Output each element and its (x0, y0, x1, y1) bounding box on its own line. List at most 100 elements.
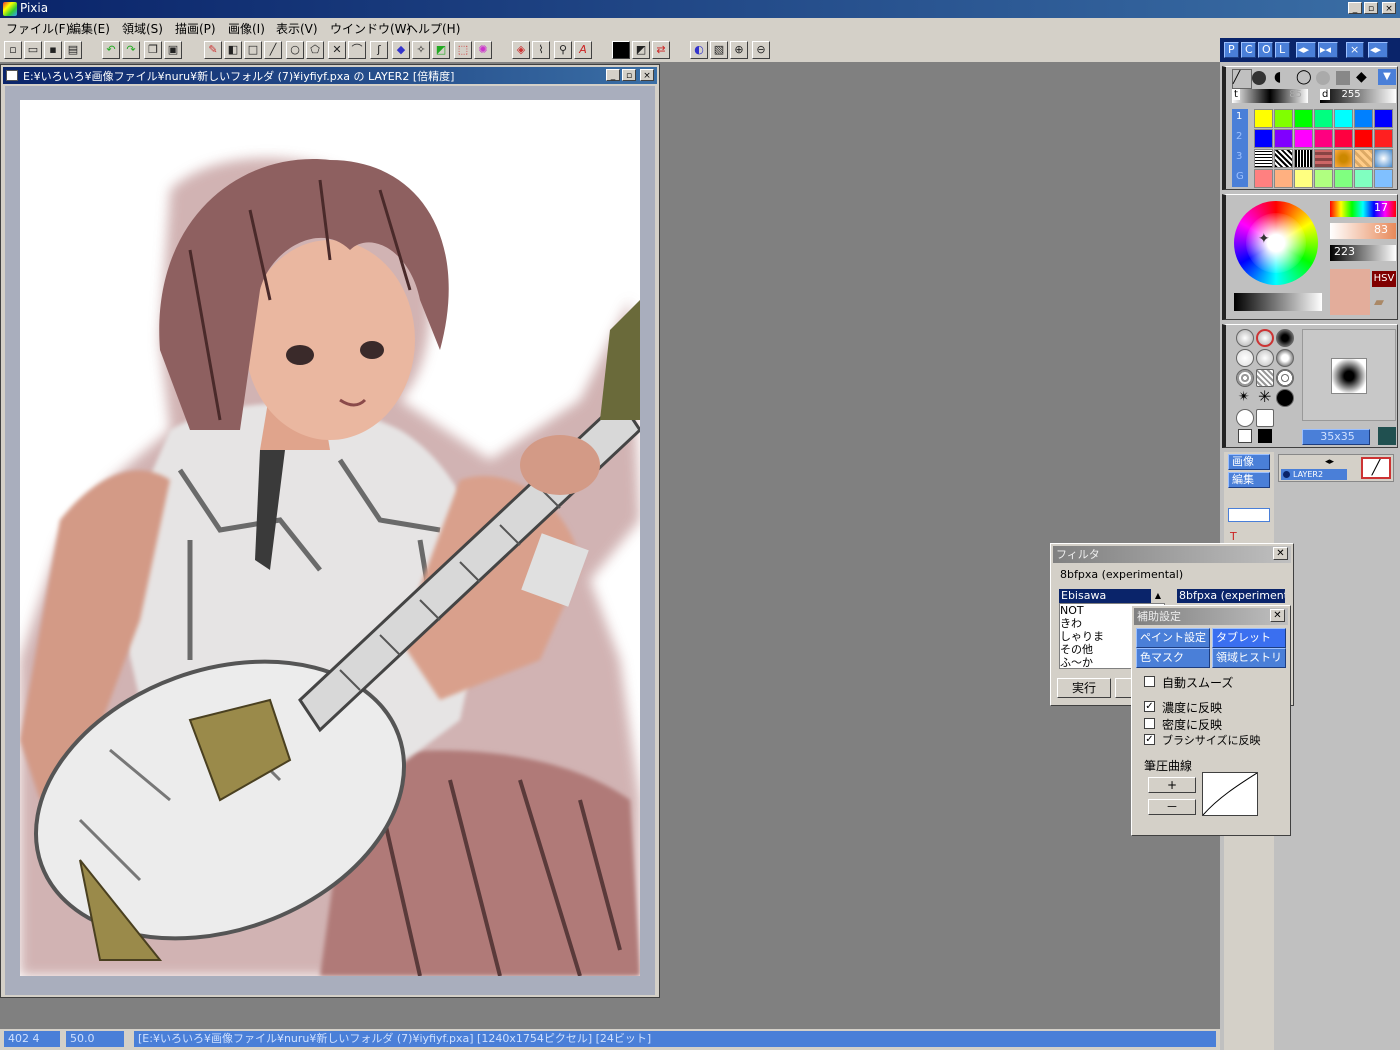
menu-help[interactable]: ヘルプ(H) (406, 20, 460, 37)
freehand-tool-icon[interactable]: ʃ (370, 41, 388, 59)
transform-tool-icon[interactable]: ⬚ (454, 41, 472, 59)
edit-button[interactable]: 編集 (1228, 472, 1270, 488)
size-slider[interactable]: d 255 (1320, 89, 1396, 103)
palette-swatch[interactable] (1254, 109, 1273, 128)
new-file-icon[interactable]: ▫ (4, 41, 22, 59)
palette-swatch[interactable] (1374, 169, 1393, 188)
menu-file[interactable]: ファイル(F) (6, 20, 70, 37)
airbrush-icon[interactable]: ◖ (1274, 69, 1281, 85)
expand-icon[interactable]: ◂▸ (1296, 42, 1316, 58)
black-square-icon[interactable] (1258, 429, 1272, 443)
gradient-tool-icon[interactable]: ◩ (432, 41, 450, 59)
tab-p[interactable]: P (1224, 42, 1239, 58)
menu-image[interactable]: 画像(I) (228, 20, 265, 37)
run-button[interactable]: 実行 (1057, 678, 1111, 698)
palette-swatch[interactable] (1354, 109, 1373, 128)
palette-swatch[interactable] (1294, 129, 1313, 148)
palette-swatch[interactable] (1334, 169, 1353, 188)
menu-window[interactable]: ウインドウ(W) (330, 20, 411, 37)
print-icon[interactable]: ▤ (64, 41, 82, 59)
palette-swatch[interactable] (1374, 149, 1393, 168)
opt-concentration-checkbox[interactable] (1144, 718, 1155, 729)
current-color-swatch[interactable] (1330, 269, 1370, 315)
copy-icon[interactable]: ❐ (144, 41, 162, 59)
settings-close-icon[interactable]: ✕ (1270, 609, 1285, 622)
density-slider[interactable]: t 85 (1232, 89, 1308, 103)
palette-swatch[interactable] (1314, 109, 1333, 128)
brush-hard-icon[interactable] (1276, 329, 1294, 347)
filter-close-icon[interactable]: ✕ (1273, 547, 1288, 560)
doc-close-button[interactable]: × (640, 69, 654, 81)
tab-tablet[interactable]: タブレット (1212, 628, 1286, 648)
magic-wand-icon[interactable]: ✧ (412, 41, 430, 59)
doc-minimize-button[interactable]: _ (606, 69, 620, 81)
brush-grid-toggle-icon[interactable] (1378, 427, 1396, 445)
zoom-out-icon[interactable]: ⊖ (752, 41, 770, 59)
smudge-icon[interactable]: ⌇ (532, 41, 550, 59)
palette-swatch[interactable] (1274, 109, 1293, 128)
palette-swatch[interactable] (1274, 149, 1293, 168)
palette-swatch[interactable] (1354, 129, 1373, 148)
color-wheel[interactable]: ✦ (1234, 201, 1318, 285)
eraser-icon[interactable]: ◧ (224, 41, 242, 59)
category-dropdown-icon[interactable]: ▲ (1151, 589, 1165, 603)
pattern-tool-icon[interactable]: ✺ (474, 41, 492, 59)
pencil-tool-icon[interactable]: ╱ (1232, 69, 1252, 89)
panel-resize-icon[interactable]: ◂▸ (1368, 42, 1388, 58)
palette-swatch[interactable] (1354, 169, 1373, 188)
palette-swatch[interactable] (1294, 169, 1313, 188)
opt-density-checkbox[interactable]: ✓ (1144, 701, 1155, 712)
open-folder-icon[interactable]: ▭ (24, 41, 42, 59)
hue-slider[interactable]: 17 (1330, 201, 1396, 217)
layer-item[interactable]: ◂▸ LAYER2 ╱ (1278, 454, 1394, 482)
palette-swatch[interactable] (1314, 129, 1333, 148)
paste-icon[interactable]: ▣ (164, 41, 182, 59)
rectangle-tool-icon[interactable]: □ (244, 41, 262, 59)
palette-swatch[interactable] (1254, 169, 1273, 188)
tab-color-mask[interactable]: 色マスク (1136, 648, 1210, 668)
image-button[interactable]: 画像 (1228, 454, 1270, 470)
palette-swatch[interactable] (1334, 109, 1353, 128)
curve-plus-button[interactable]: + (1148, 777, 1196, 793)
brush-selected-icon[interactable] (1256, 329, 1274, 347)
dropdown-icon[interactable]: ▼ (1378, 69, 1396, 85)
foreground-color-icon[interactable] (612, 41, 630, 59)
tab-o[interactable]: O (1258, 42, 1273, 58)
background-color-icon[interactable]: ◩ (632, 41, 650, 59)
close-button[interactable]: × (1382, 2, 1396, 14)
hsv-mode-button[interactable]: HSV (1372, 271, 1396, 287)
brush-square-icon[interactable] (1256, 409, 1274, 427)
ellipse-tool-icon[interactable]: ○ (286, 41, 304, 59)
text-layer-icon[interactable]: T (1230, 530, 1237, 543)
line-tool-icon[interactable]: ╱ (264, 41, 282, 59)
brush-texture-icon[interactable] (1236, 369, 1254, 387)
tab-region-history[interactable]: 領域ヒストリ (1212, 648, 1286, 668)
text-tool-icon[interactable]: A (574, 41, 592, 59)
blur-brush-icon[interactable] (1316, 71, 1330, 85)
palette-swatch[interactable] (1334, 129, 1353, 148)
collapse-icon[interactable]: ▸◂ (1318, 42, 1338, 58)
brush-spark-icon[interactable]: ✳ (1258, 387, 1271, 406)
redo-icon[interactable]: ↷ (122, 41, 140, 59)
auto-smooth-checkbox[interactable] (1144, 676, 1155, 687)
pen-tool-icon[interactable]: ✎ (204, 41, 222, 59)
curve-minus-button[interactable]: － (1148, 799, 1196, 815)
pressure-curve-graph[interactable] (1202, 772, 1258, 816)
brightness-bar[interactable] (1234, 293, 1322, 311)
palette-swatch[interactable] (1354, 149, 1373, 168)
menu-region[interactable]: 領域(S) (122, 20, 163, 37)
minimize-button[interactable]: _ (1348, 2, 1362, 14)
panel-close-icon[interactable]: × (1346, 42, 1364, 58)
doc-restore-button[interactable]: ▫ (622, 69, 636, 81)
palette-swatch[interactable] (1274, 129, 1293, 148)
palette-swatch[interactable] (1294, 109, 1313, 128)
undo-icon[interactable]: ↶ (102, 41, 120, 59)
folder-icon[interactable]: ▰ (1374, 295, 1394, 313)
bucket-fill-icon[interactable]: ◆ (392, 41, 410, 59)
value-slider[interactable]: 223 (1330, 245, 1396, 261)
filter-icon[interactable]: ◈ (512, 41, 530, 59)
opt-brushsize-checkbox[interactable]: ✓ (1144, 734, 1155, 745)
palette-swatch[interactable] (1254, 149, 1273, 168)
fill-icon[interactable]: ◆ (1356, 69, 1367, 85)
brush-size-field[interactable]: 35x35 (1302, 429, 1370, 445)
